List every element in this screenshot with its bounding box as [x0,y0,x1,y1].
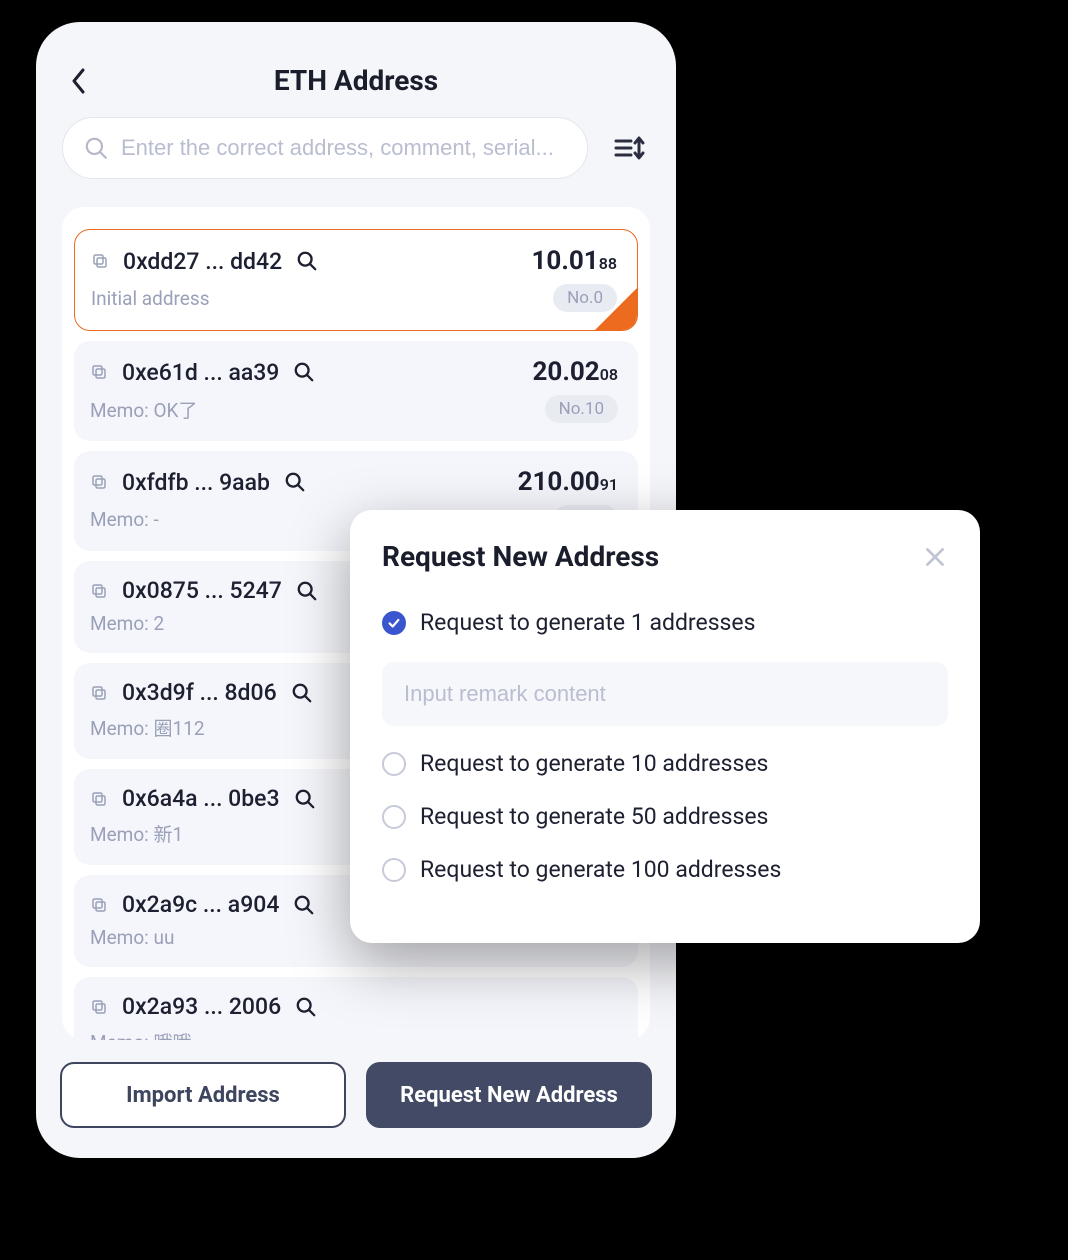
address-text: 0xfdfb ... 9aab [122,469,270,496]
magnify-icon[interactable] [295,996,317,1018]
balance: 20.0208 [533,357,619,387]
address-card-row: 0xdd27 ... dd42 10.0188 [91,246,617,276]
address-text: 0xdd27 ... dd42 [123,248,282,275]
search-icon [83,135,109,161]
copy-icon[interactable] [90,582,108,600]
option-label: Request to generate 10 addresses [420,750,768,777]
footer-buttons: Import Address Request New Address [36,1040,676,1158]
address-text: 0x6a4a ... 0be3 [122,785,280,812]
copy-icon[interactable] [91,252,109,270]
memo-text: Memo: 哦哦 [90,1028,191,1040]
magnify-icon[interactable] [291,682,313,704]
index-badge: No.10 [545,395,618,423]
address-card[interactable]: 0xe61d ... aa39 20.0208 Memo: OK了 No.10 [74,341,638,441]
magnify-icon[interactable] [294,788,316,810]
address-text: 0x0875 ... 5247 [122,577,282,604]
page-title: ETH Address [274,64,438,97]
radio-unchecked-icon[interactable] [382,858,406,882]
modal-header: Request New Address [382,540,948,573]
memo-text: Memo: - [90,508,159,531]
address-text: 0x3d9f ... 8d06 [122,679,277,706]
magnify-icon[interactable] [296,580,318,602]
sort-icon [613,131,647,165]
sort-button[interactable] [610,128,650,168]
remark-input[interactable] [382,662,948,726]
option-label: Request to generate 1 addresses [420,609,756,636]
address-text: 0x2a9c ... a904 [122,891,279,918]
search-box[interactable] [62,117,588,179]
copy-icon[interactable] [90,684,108,702]
memo-text: Memo: 新1 [90,820,183,847]
magnify-icon[interactable] [293,894,315,916]
memo-text: Memo: 2 [90,612,164,635]
memo-text: Memo: 圈112 [90,714,205,741]
address-card-row: 0xfdfb ... 9aab 210.0091 [90,467,618,497]
search-input[interactable] [121,135,567,161]
generate-option[interactable]: Request to generate 10 addresses [382,750,948,777]
back-button[interactable] [64,66,94,96]
close-icon[interactable] [922,544,948,570]
chevron-left-icon [71,68,87,94]
copy-icon[interactable] [90,896,108,914]
address-card[interactable]: 0xdd27 ... dd42 10.0188 Initial address No.… [74,229,638,331]
generate-option[interactable]: Request to generate 100 addresses [382,856,948,883]
option-label: Request to generate 100 addresses [420,856,781,883]
copy-icon[interactable] [90,790,108,808]
radio-checked-icon[interactable] [382,611,406,635]
request-new-address-button[interactable]: Request New Address [366,1062,652,1128]
modal-title: Request New Address [382,540,659,573]
index-badge: No.0 [553,284,617,312]
address-card[interactable]: 0x2a93 ... 2006 Memo: 哦哦 [74,977,638,1040]
magnify-icon[interactable] [293,361,315,383]
copy-icon[interactable] [90,998,108,1016]
generate-option[interactable]: Request to generate 50 addresses [382,803,948,830]
address-card-row: 0x2a93 ... 2006 [90,993,618,1020]
memo-text: Memo: OK了 [90,396,197,423]
magnify-icon[interactable] [284,471,306,493]
radio-unchecked-icon[interactable] [382,752,406,776]
memo-text: Initial address [91,287,210,310]
balance: 10.0188 [532,246,618,276]
copy-icon[interactable] [90,363,108,381]
radio-unchecked-icon[interactable] [382,805,406,829]
search-row [36,117,676,179]
import-address-button[interactable]: Import Address [60,1062,346,1128]
balance: 210.0091 [518,467,618,497]
option-label: Request to generate 50 addresses [420,803,768,830]
address-card-row: 0xe61d ... aa39 20.0208 [90,357,618,387]
address-text: 0xe61d ... aa39 [122,359,279,386]
magnify-icon[interactable] [296,250,318,272]
address-text: 0x2a93 ... 2006 [122,993,281,1020]
copy-icon[interactable] [90,473,108,491]
request-new-address-modal: Request New Address Request to generate … [350,510,980,943]
memo-text: Memo: uu [90,926,174,949]
generate-option[interactable]: Request to generate 1 addresses [382,609,948,636]
header: ETH Address [36,22,676,117]
